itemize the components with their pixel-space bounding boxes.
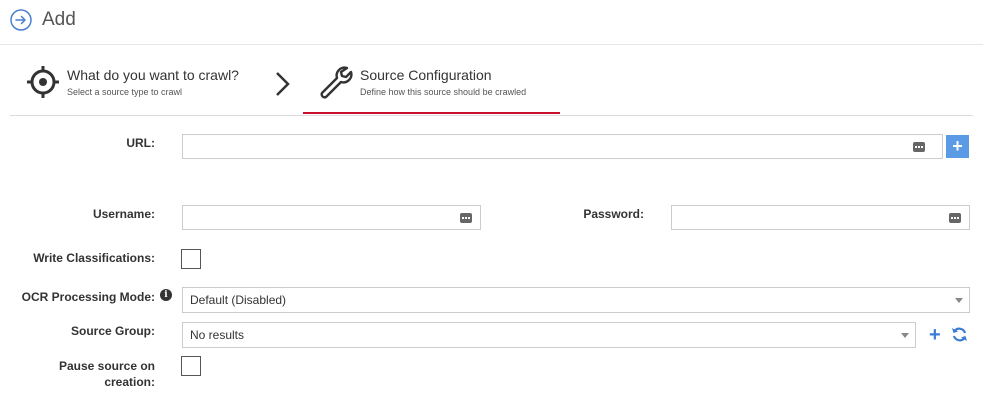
add-url-button[interactable]: +: [946, 135, 969, 158]
url-input[interactable]: [182, 134, 943, 159]
username-input[interactable]: [182, 205, 481, 230]
arrow-circle-right-icon[interactable]: [10, 9, 32, 31]
chevron-down-icon: [901, 333, 909, 338]
pause-source-label-line1: Pause source on: [58, 359, 155, 373]
page-header: Add: [0, 0, 983, 45]
ocr-mode-value: Default (Disabled): [190, 293, 287, 307]
info-icon[interactable]: i: [160, 289, 172, 301]
source-group-value: No results: [190, 328, 245, 342]
password-input[interactable]: [671, 205, 970, 230]
url-label: URL:: [126, 136, 155, 150]
ocr-label: OCR Processing Mode:: [21, 290, 155, 304]
page-title: Add: [42, 9, 76, 30]
step-2-subtitle: Define how this source should be crawled: [360, 87, 527, 97]
step-1-title[interactable]: What do you want to crawl?: [67, 67, 239, 83]
active-step-indicator: [303, 112, 560, 114]
username-label: Username:: [92, 207, 155, 221]
chevron-right-icon: [276, 72, 290, 96]
add-source-group-button[interactable]: +: [929, 325, 941, 345]
write-classifications-checkbox[interactable]: [181, 249, 201, 269]
step-1-subtitle: Select a source type to crawl: [67, 87, 183, 97]
source-group-select[interactable]: No results: [182, 322, 916, 348]
wizard-steps: What do you want to crawl? Select a sour…: [10, 46, 973, 116]
chevron-down-icon: [955, 298, 963, 303]
keepass-icon[interactable]: [460, 213, 472, 223]
refresh-icon[interactable]: [951, 326, 968, 343]
write-classifications-label: Write Classifications:: [33, 251, 155, 265]
source-group-label: Source Group:: [70, 324, 155, 338]
pause-source-label-line2: creation:: [104, 375, 155, 389]
keepass-icon[interactable]: [913, 142, 925, 152]
pause-source-checkbox[interactable]: [181, 356, 201, 376]
wrench-icon: [320, 66, 353, 99]
step-2-title[interactable]: Source Configuration: [360, 67, 492, 83]
ocr-mode-select[interactable]: Default (Disabled): [182, 287, 970, 313]
password-label: Password:: [583, 207, 644, 221]
target-icon: [27, 66, 59, 98]
keepass-icon[interactable]: [949, 213, 961, 223]
